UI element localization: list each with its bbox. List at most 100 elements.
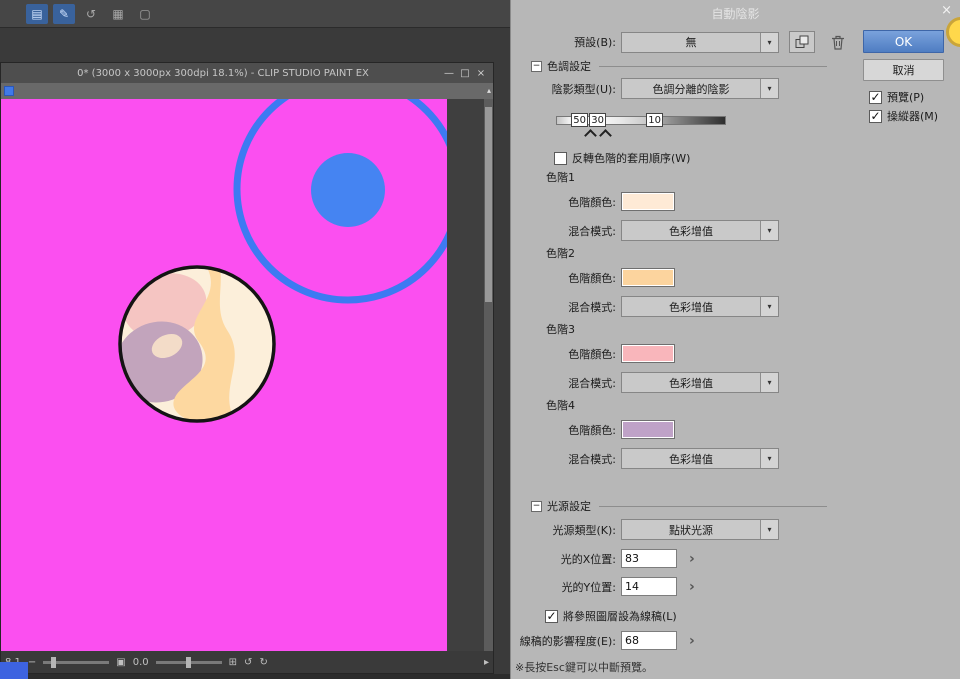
fit-view-icon[interactable]: ▣: [116, 657, 125, 668]
toolbar-icon-5-glyph: ▢: [139, 6, 151, 21]
auto-shading-dialog: 自動陰影 × 預設(B): 無 ▾ OK 取消 ✓ 預覽(P) ✓ 操縱器(M)…: [510, 0, 960, 679]
level-2-blend-row: 混合模式: 色彩增值 ▾: [511, 296, 779, 317]
ok-button[interactable]: OK: [863, 30, 944, 53]
rotation-slider-thumb[interactable]: [185, 656, 191, 668]
canvas-vscrollbar[interactable]: [484, 99, 493, 651]
level-2-color-swatch[interactable]: [621, 268, 675, 287]
close-icon[interactable]: ×: [473, 68, 489, 79]
check-icon: ✓: [870, 109, 881, 123]
chevron-down-icon[interactable]: ▾: [760, 449, 778, 468]
level-1-blend-row: 混合模式: 色彩增值 ▾: [511, 220, 779, 241]
expand-right-icon[interactable]: ›: [689, 634, 695, 648]
threshold-handle-50[interactable]: 50: [571, 113, 588, 127]
canvas-artboard[interactable]: [1, 99, 447, 651]
register-preset-button[interactable]: [789, 31, 815, 53]
grid-icon[interactable]: ⊞: [229, 657, 237, 668]
vscroll-thumb[interactable]: [485, 107, 492, 302]
caret-up-icon[interactable]: [584, 129, 597, 142]
manipulator-row: ✓ 操縱器(M): [869, 108, 938, 124]
level-2-blend-dropdown[interactable]: 色彩增值 ▾: [621, 296, 779, 317]
artwork-svg: [118, 99, 447, 423]
dialog-close-icon[interactable]: ×: [941, 3, 952, 18]
light-section-title: 光源設定: [547, 500, 591, 513]
light-y-label: 光的Y位置:: [561, 580, 616, 594]
level-color-label: 色階顏色:: [568, 347, 616, 361]
canvas-viewport[interactable]: [1, 99, 493, 651]
hscroll-right-icon[interactable]: ▸: [484, 657, 489, 668]
preset-dropdown[interactable]: 無 ▾: [621, 31, 779, 53]
expand-right-icon[interactable]: ›: [689, 552, 695, 566]
chevron-down-icon[interactable]: ▾: [760, 32, 778, 52]
toolbar-icon-3-glyph: ↺: [85, 6, 97, 21]
level-1-color-swatch[interactable]: [621, 192, 675, 211]
section-divider: [599, 505, 827, 507]
reverse-order-checkbox[interactable]: [554, 151, 567, 165]
level-1-blend-dropdown[interactable]: 色彩增值 ▾: [621, 220, 779, 241]
shadow-type-value: 色調分離的陰影: [652, 82, 730, 96]
influence-row: 線稿的影響程度(E): ›: [511, 631, 695, 650]
tone-section-title: 色調設定: [547, 60, 591, 73]
lineart-row: ✓ 將參照圖層設為線稿(L): [545, 608, 677, 624]
dialog-title: 自動陰影: [711, 7, 760, 21]
maximize-icon[interactable]: □: [457, 68, 473, 79]
level-3-color-swatch[interactable]: [621, 344, 675, 363]
rotate-left-icon[interactable]: ↺: [244, 657, 252, 668]
reverse-order-label: 反轉色階的套用順序(W): [572, 152, 691, 165]
level-color-label: 色階顏色:: [568, 271, 616, 285]
blend-mode-label: 混合模式:: [568, 224, 616, 238]
application-window: ▤ ✎ ↺ ▦ ▢ 0* (3000 x 3000px 300dpi 18.1%…: [0, 0, 960, 679]
cancel-button[interactable]: 取消: [863, 59, 944, 81]
manipulator-checkbox[interactable]: ✓: [869, 109, 882, 123]
toolbar-icon-2[interactable]: ✎: [53, 3, 75, 24]
level-4-title: 色階4: [546, 399, 575, 412]
zoom-out-icon[interactable]: −: [28, 657, 36, 668]
rotate-right-icon[interactable]: ↻: [259, 657, 267, 668]
scroll-up-icon[interactable]: ▴: [487, 86, 491, 96]
trash-icon: [832, 35, 844, 50]
light-x-input[interactable]: [621, 549, 677, 568]
chevron-down-icon[interactable]: ▾: [760, 297, 778, 316]
collapse-minus-icon[interactable]: −: [531, 500, 542, 512]
reverse-order-row: 反轉色階的套用順序(W): [554, 150, 690, 166]
level-color-label: 色階顏色:: [568, 195, 616, 209]
light-type-dropdown[interactable]: 點狀光源 ▾: [621, 519, 779, 540]
level-color-label: 色階顏色:: [568, 423, 616, 437]
shadow-type-dropdown[interactable]: 色調分離的陰影 ▾: [621, 78, 779, 99]
chevron-down-icon[interactable]: ▾: [760, 520, 778, 539]
lineart-checkbox[interactable]: ✓: [545, 609, 558, 623]
level-4-color-swatch[interactable]: [621, 420, 675, 439]
delete-preset-button[interactable]: [831, 35, 845, 50]
canvas-window-titlebar[interactable]: 0* (3000 x 3000px 300dpi 18.1%) - CLIP S…: [1, 63, 493, 83]
canvas-window-title: 0* (3000 x 3000px 300dpi 18.1%) - CLIP S…: [77, 67, 369, 79]
light-type-label: 光源類型(K):: [552, 523, 616, 537]
collapse-minus-icon[interactable]: −: [531, 60, 542, 72]
light-x-label: 光的X位置:: [560, 552, 616, 566]
level-4-blend-dropdown[interactable]: 色彩增值 ▾: [621, 448, 779, 469]
chevron-down-icon[interactable]: ▾: [760, 221, 778, 240]
caret-up-icon[interactable]: [599, 129, 612, 142]
level-4-blend-row: 混合模式: 色彩增值 ▾: [511, 448, 779, 469]
minimize-icon[interactable]: —: [441, 68, 457, 79]
threshold-handle-30[interactable]: 30: [589, 113, 606, 127]
canvas-tab-icon[interactable]: [4, 86, 14, 96]
toolbar-icon-1[interactable]: ▤: [26, 3, 48, 24]
threshold-handle-10[interactable]: 10: [646, 113, 663, 127]
preview-checkbox[interactable]: ✓: [869, 90, 882, 104]
toolbar-icon-4[interactable]: ▦: [107, 4, 129, 24]
level-3-blend-dropdown[interactable]: 色彩增值 ▾: [621, 372, 779, 393]
zoom-slider[interactable]: [43, 656, 110, 668]
influence-input[interactable]: [621, 631, 677, 650]
blue-dot-shape: [311, 153, 385, 227]
blend-mode-label: 混合模式:: [568, 300, 616, 314]
light-y-input[interactable]: [621, 577, 677, 596]
tone-threshold-slider[interactable]: 50 30 10: [556, 106, 726, 144]
expand-right-icon[interactable]: ›: [689, 580, 695, 594]
chevron-down-icon[interactable]: ▾: [760, 373, 778, 392]
toolbar-icon-5[interactable]: ▢: [134, 4, 156, 24]
toolbar-icon-3[interactable]: ↺: [80, 4, 102, 24]
chevron-down-icon[interactable]: ▾: [760, 79, 778, 98]
zoom-slider-thumb[interactable]: [51, 656, 57, 668]
level-3-color-row: 色階顏色:: [511, 344, 675, 363]
rotation-slider[interactable]: [155, 656, 222, 668]
sphere-shape: [118, 265, 276, 423]
